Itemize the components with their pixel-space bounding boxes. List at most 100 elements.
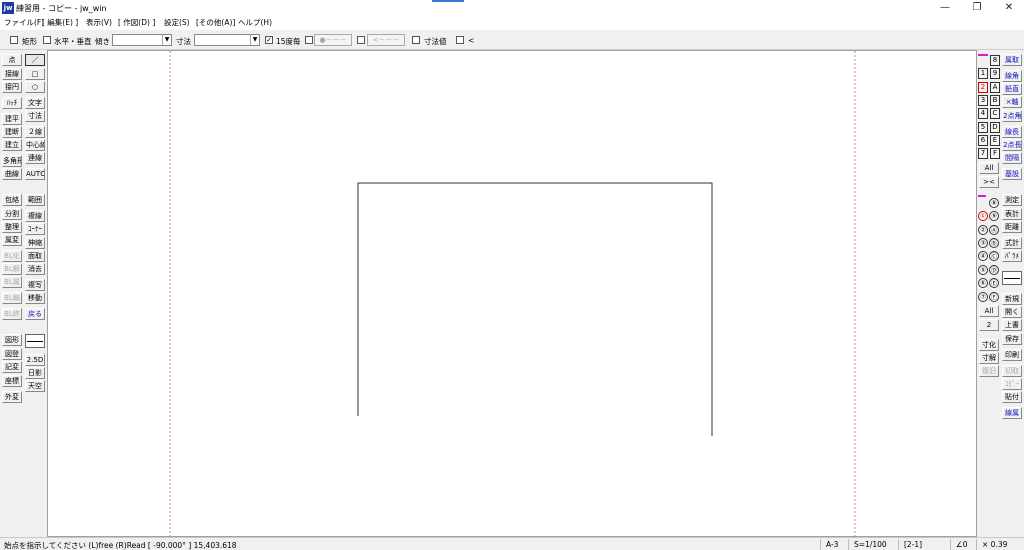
tool-erase[interactable]: 消去: [25, 263, 45, 275]
tool-attr-get[interactable]: 属取: [1002, 54, 1022, 66]
tool-range[interactable]: 範囲: [25, 194, 45, 206]
layer-F[interactable]: Ⓕ: [989, 292, 999, 302]
menu-edit[interactable]: [ 編集(E) ]: [42, 17, 78, 28]
layer-group-9[interactable]: 9: [990, 68, 1000, 79]
layer-6[interactable]: ⑥: [978, 278, 988, 288]
tool-corner[interactable]: ｺｰﾅｰ: [25, 223, 45, 235]
tool-dim-release[interactable]: 寸解: [979, 352, 999, 364]
tool-formula[interactable]: 式計: [1002, 237, 1022, 249]
dot-checkbox[interactable]: [305, 36, 313, 44]
tool-restore[interactable]: 復旧: [979, 365, 999, 377]
tool-table-calc[interactable]: 表計: [1002, 208, 1022, 220]
arrow-line-button[interactable]: <－－－: [367, 34, 405, 46]
tool-line-length[interactable]: 線長: [1002, 126, 1022, 138]
tool-tangent-circle[interactable]: 接円: [2, 81, 22, 93]
tool-connect-line[interactable]: 連線: [25, 152, 45, 164]
tool-text[interactable]: 文字: [25, 97, 45, 109]
dim-combo[interactable]: ▼: [194, 34, 260, 46]
tool-undo[interactable]: 戻る: [25, 308, 45, 320]
layer-group-4[interactable]: 4: [978, 108, 988, 119]
drawing-canvas[interactable]: [47, 50, 977, 538]
tool-sky[interactable]: 天空: [25, 380, 45, 392]
tool-elevation[interactable]: 建立: [2, 139, 22, 151]
layer-4[interactable]: ④: [978, 251, 988, 261]
maximize-button[interactable]: ❐: [960, 0, 994, 16]
layer-group-C[interactable]: C: [990, 108, 1000, 119]
tool-section[interactable]: 建断: [2, 126, 22, 138]
tool-2pt-angle[interactable]: 2点角: [1002, 110, 1022, 122]
layer-group-5[interactable]: 5: [978, 122, 988, 133]
layer-group-F[interactable]: F: [990, 148, 1000, 159]
layer-7[interactable]: ⑦: [978, 292, 988, 302]
layer-C[interactable]: Ⓒ: [989, 251, 999, 261]
layer-E[interactable]: Ⓔ: [989, 278, 999, 288]
paper-size[interactable]: A-3: [826, 540, 838, 549]
layer-2[interactable]: ②: [978, 225, 988, 235]
tool-offset[interactable]: 複線: [25, 210, 45, 222]
tool-measure[interactable]: 測定: [1002, 194, 1022, 206]
tool-line[interactable]: ／: [25, 54, 45, 66]
zoom-factor[interactable]: × 0.39: [982, 540, 1007, 549]
tool-circle[interactable]: ○: [25, 81, 45, 93]
file-new-button[interactable]: 新規: [1002, 293, 1022, 305]
line-type-preview[interactable]: [25, 334, 45, 348]
copy-button[interactable]: ｺﾋﾟｰ: [1002, 378, 1022, 390]
tool-chamfer[interactable]: 面取: [25, 250, 45, 262]
cut-button[interactable]: 切取: [1002, 365, 1022, 377]
tool-distance[interactable]: 距離: [1002, 221, 1022, 233]
file-open-button[interactable]: 開く: [1002, 306, 1022, 318]
tool-arrange[interactable]: 整理: [2, 221, 22, 233]
layer-A[interactable]: Ⓐ: [989, 225, 999, 235]
menu-file[interactable]: ファイル(F): [4, 17, 44, 28]
tool-dim-make[interactable]: 寸化: [979, 339, 999, 351]
tool-spacing[interactable]: 間隔: [1002, 152, 1022, 164]
angle-display[interactable]: ∠0: [956, 540, 968, 549]
tool-external-change[interactable]: 外変: [2, 391, 22, 403]
tool-rectangle[interactable]: □: [25, 68, 45, 80]
tool-figure-register[interactable]: 図登: [2, 348, 22, 360]
tool-hatch[interactable]: ﾊｯﾁ: [2, 97, 22, 109]
tool-parameter[interactable]: ﾊﾟﾗﾒ: [1002, 250, 1022, 262]
menu-help[interactable]: ヘルプ(H): [238, 17, 272, 28]
file-overwrite-button[interactable]: 上書: [1002, 319, 1022, 331]
arrow-checkbox[interactable]: [357, 36, 365, 44]
tilt-combo[interactable]: ▼: [112, 34, 172, 46]
tool-2pt-length[interactable]: 2点長: [1002, 139, 1022, 151]
line-attr-button[interactable]: 線属: [1002, 407, 1022, 419]
tool-base-set[interactable]: 基設: [1002, 168, 1022, 180]
tool-block-release[interactable]: BL解: [2, 263, 22, 275]
deg15-checkbox[interactable]: ✓: [265, 36, 273, 44]
layer-group-toggle[interactable]: ><: [979, 176, 999, 188]
layer-9[interactable]: ⑨: [989, 211, 999, 221]
layer-number[interactable]: 2: [979, 319, 999, 331]
layer-group-6[interactable]: 6: [978, 135, 988, 146]
tool-sun-shadow[interactable]: 日影: [25, 367, 45, 379]
layer-all[interactable]: All: [979, 305, 999, 317]
tool-polygon[interactable]: 多角形: [2, 155, 22, 167]
menu-view[interactable]: 表示(V): [86, 17, 112, 28]
layer-group-7[interactable]: 7: [978, 148, 988, 159]
minimize-button[interactable]: —: [928, 0, 962, 16]
tool-copy[interactable]: 複写: [25, 279, 45, 291]
tool-envelope[interactable]: 包絡: [2, 194, 22, 206]
layer-8[interactable]: ⑧: [989, 198, 999, 208]
rect-checkbox[interactable]: [10, 36, 18, 44]
layer-3[interactable]: ③: [978, 238, 988, 248]
close-button[interactable]: ✕: [992, 0, 1024, 16]
tool-auto[interactable]: AUTO: [25, 168, 45, 180]
dimval-checkbox[interactable]: [412, 36, 420, 44]
tool-curve[interactable]: 曲線: [2, 168, 22, 180]
layer-group-3[interactable]: 3: [978, 95, 988, 106]
tool-move[interactable]: 移動: [25, 292, 45, 304]
menu-settings[interactable]: 設定(S): [164, 17, 190, 28]
layer-group-D[interactable]: D: [990, 122, 1000, 133]
tool-figure[interactable]: 図形: [2, 334, 22, 346]
tool-block-edit[interactable]: BL編: [2, 292, 22, 304]
tool-plan[interactable]: 建平: [2, 113, 22, 125]
tool-x-axis[interactable]: ×軸: [1002, 96, 1022, 108]
menu-draw[interactable]: [ 作図(D) ]: [118, 17, 155, 28]
layer-1[interactable]: ①: [978, 211, 988, 221]
tool-line-angle[interactable]: 線角: [1002, 70, 1022, 82]
layer-D[interactable]: Ⓓ: [989, 265, 999, 275]
tool-2-5d[interactable]: 2.5D: [25, 354, 45, 366]
